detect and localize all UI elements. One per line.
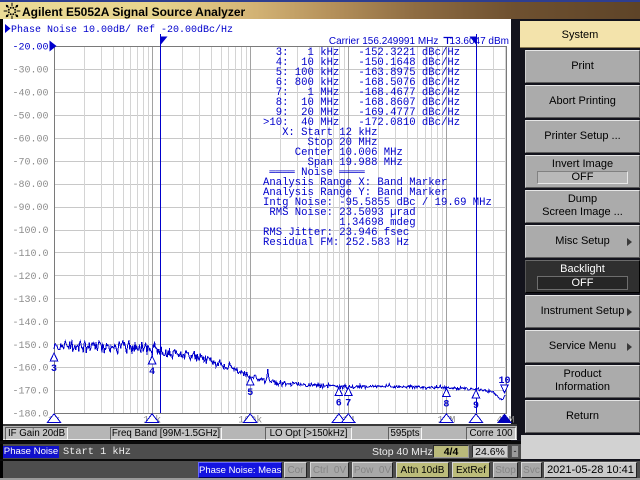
svg-text:10: 10 xyxy=(498,376,510,387)
svg-text:5: 5 xyxy=(247,388,253,399)
svg-text:-20.00: -20.00 xyxy=(12,43,48,54)
svg-text:-180.0: -180.0 xyxy=(12,410,48,421)
svg-text:9: 9 xyxy=(473,401,479,412)
svg-text:-60.00: -60.00 xyxy=(12,134,48,145)
svg-text:-50.00: -50.00 xyxy=(12,111,48,122)
svg-text:6: 6 xyxy=(336,399,342,410)
svg-text:-170.0: -170.0 xyxy=(12,387,48,398)
svg-text:-80.00: -80.00 xyxy=(12,180,48,191)
svg-text:-120.0: -120.0 xyxy=(12,272,48,283)
svg-text:-110.0: -110.0 xyxy=(12,249,48,260)
svg-text:8: 8 xyxy=(443,399,449,410)
svg-text:-40.00: -40.00 xyxy=(12,89,48,100)
svg-text:3: 3 xyxy=(51,364,57,375)
svg-text:-160.0: -160.0 xyxy=(12,364,48,375)
svg-text:-30.00: -30.00 xyxy=(12,66,48,77)
svg-text:-100.0: -100.0 xyxy=(12,226,48,237)
svg-text:4: 4 xyxy=(149,367,155,378)
svg-text:-140.0: -140.0 xyxy=(12,318,48,329)
svg-text:Phase Noise 10.00dB/ Ref -20.0: Phase Noise 10.00dB/ Ref -20.00dBc/Hz xyxy=(11,24,233,36)
svg-text:Carrier 156.249991 MHz 13.6: Carrier 156.249991 MHz 13.6047 dBm xyxy=(329,36,509,47)
svg-text:Residual FM: 252.583 Hz: Residual FM: 252.583 Hz xyxy=(263,237,409,249)
svg-text:-150.0: -150.0 xyxy=(12,341,48,352)
svg-text:-90.00: -90.00 xyxy=(12,203,48,214)
svg-text:7: 7 xyxy=(345,399,351,410)
svg-text:-70.00: -70.00 xyxy=(12,157,48,168)
svg-text:-130.0: -130.0 xyxy=(12,295,48,306)
